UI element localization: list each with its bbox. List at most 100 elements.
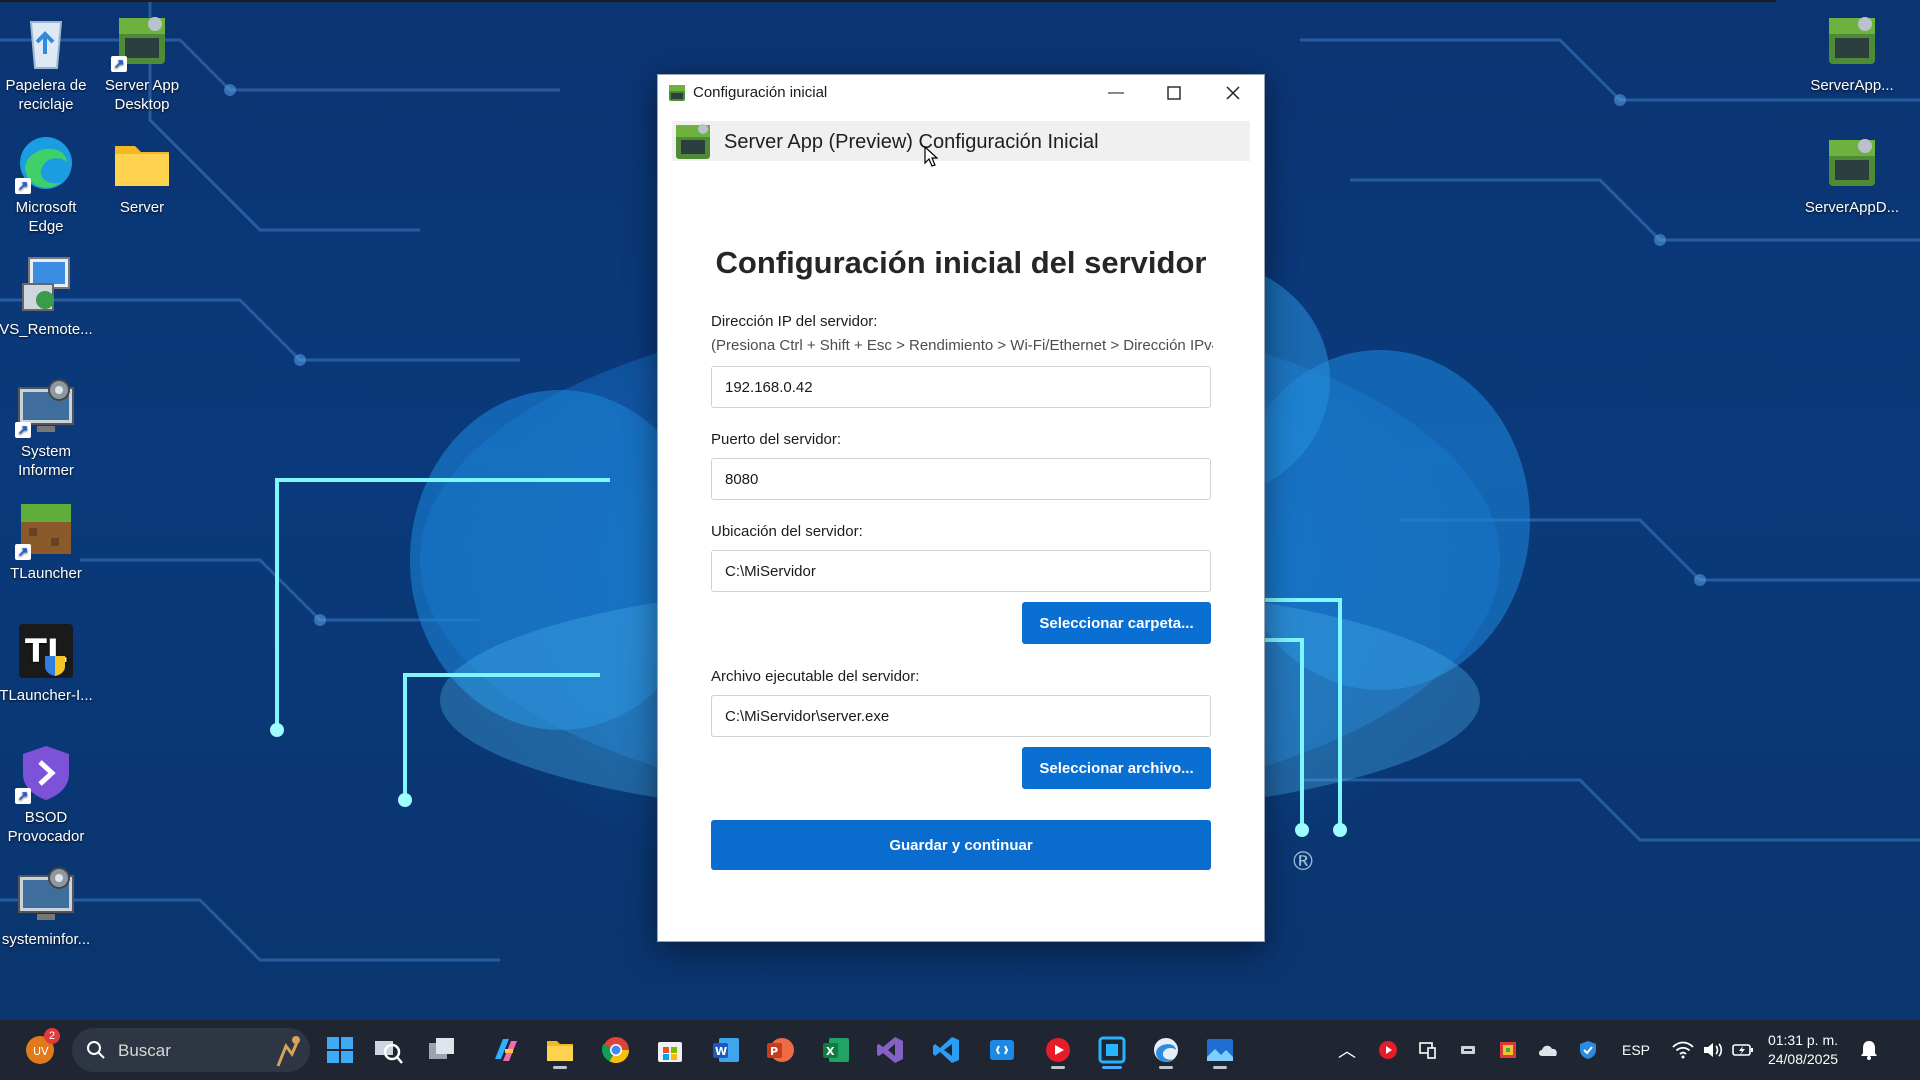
search-icon <box>87 1041 105 1059</box>
system-informer-icon <box>15 864 77 926</box>
tray-phone-link[interactable] <box>1412 1020 1444 1080</box>
app-header: Server App (Preview) Configuración Inici… <box>672 121 1250 161</box>
desktop-icon-label: BSOD Provocador <box>7 809 85 845</box>
tray-app-1[interactable] <box>1452 1020 1484 1080</box>
taskbar-store[interactable] <box>648 1028 692 1072</box>
desktop-icon-serverapp-right-1[interactable]: ServerApp... <box>1804 4 1900 95</box>
tray-overflow-button[interactable]: ︿ <box>1330 1020 1364 1080</box>
window-title: Configuración inicial <box>693 84 828 101</box>
taskbar-edge-dev[interactable] <box>1144 1028 1188 1072</box>
desktop-icon-label: System Informer <box>18 443 74 479</box>
taskbar-search[interactable]: Buscar <box>72 1028 310 1072</box>
taskbar-word[interactable]: W <box>704 1028 748 1072</box>
tray-app-2[interactable] <box>1492 1020 1524 1080</box>
clock-time: 01:31 p. m. <box>1767 1032 1839 1048</box>
file-explorer-icon <box>547 1041 573 1061</box>
phone-link-icon <box>1419 1042 1436 1059</box>
server-app-icon <box>669 85 685 101</box>
taskbar-file-explorer[interactable] <box>538 1028 582 1072</box>
tray-language[interactable]: ESP <box>1614 1020 1658 1080</box>
desktop-icon-server-folder[interactable]: Server <box>94 126 190 217</box>
desktop-icon-tlauncher-installer[interactable]: TL TLauncher-I... <box>0 614 94 705</box>
taskbar-excel[interactable]: X <box>814 1028 858 1072</box>
system-informer-icon: ↗ <box>15 376 77 438</box>
svg-text:®: ® <box>1290 847 1316 877</box>
page-title: Configuración inicial del servidor <box>715 245 1207 280</box>
app-header-title: Server App (Preview) Configuración Inici… <box>724 131 1099 153</box>
desktop-icon-server-app-desktop[interactable]: ↗ Server App Desktop <box>94 4 190 114</box>
window-titlebar[interactable]: Configuración inicial — <box>658 75 1264 111</box>
tray-wifi[interactable] <box>1666 1020 1700 1080</box>
windows-start-icon <box>327 1037 353 1063</box>
tlauncher-icon: ↗ <box>15 498 77 560</box>
taskbar-chrome[interactable] <box>594 1028 638 1072</box>
desktop-icon-label: Server <box>119 199 165 216</box>
server-app-icon <box>1821 132 1883 194</box>
taskbar-visual-studio[interactable] <box>868 1028 912 1072</box>
widgets-button[interactable]: UV 2 <box>18 1028 62 1072</box>
copilot-icon <box>495 1039 517 1061</box>
taskbar-task-view[interactable] <box>420 1028 464 1072</box>
tray-notifications[interactable] <box>1852 1020 1886 1080</box>
save-continue-button[interactable]: Guardar y continuar <box>711 820 1211 870</box>
select-folder-button[interactable]: Seleccionar carpeta... <box>1022 602 1211 644</box>
ip-input[interactable] <box>711 366 1211 408</box>
search-placeholder: Buscar <box>118 1041 171 1060</box>
tray-security[interactable] <box>1572 1020 1604 1080</box>
desktop-icon-bsod[interactable]: ↗ BSOD Provocador <box>0 736 94 846</box>
search-highlight-icon <box>276 1036 300 1067</box>
maximize-icon <box>1167 86 1181 100</box>
vs-remote-icon <box>15 254 77 316</box>
usb-device-icon <box>1461 1046 1475 1054</box>
tray-volume[interactable] <box>1698 1020 1728 1080</box>
select-file-button[interactable]: Seleccionar archivo... <box>1022 747 1211 789</box>
colorful-app-icon <box>1500 1042 1516 1058</box>
shortcut-arrow-icon: ↗ <box>15 544 31 560</box>
desktop-icon-recycle-bin[interactable]: Papelera de reciclaje <box>0 4 94 114</box>
photos-icon <box>1207 1039 1233 1061</box>
close-button[interactable] <box>1204 75 1262 111</box>
excel-icon: X <box>823 1038 849 1062</box>
desktop-icon-label: ServerApp... <box>1810 77 1894 94</box>
desktop-icon-label: Papelera de reciclaje <box>5 77 87 113</box>
ip-label: Dirección IP del servidor: <box>711 313 878 330</box>
wifi-icon <box>1672 1041 1694 1059</box>
taskbar-photos[interactable] <box>1198 1028 1242 1072</box>
top-border <box>0 0 1776 2</box>
svg-text:P: P <box>770 1045 778 1058</box>
exe-input[interactable] <box>711 695 1211 737</box>
tray-battery[interactable] <box>1728 1020 1758 1080</box>
taskbar-start[interactable] <box>318 1028 362 1072</box>
taskbar-powerpoint[interactable]: P <box>758 1028 802 1072</box>
taskbar-copilot[interactable] <box>484 1028 528 1072</box>
taskbar-media-player[interactable] <box>1036 1028 1080 1072</box>
taskbar-vscode[interactable] <box>924 1028 968 1072</box>
media-player-icon <box>1379 1041 1397 1059</box>
desktop-icon-serverapp-right-2[interactable]: ServerAppD... <box>1804 126 1900 217</box>
tray-onedrive[interactable] <box>1532 1020 1564 1080</box>
remote-desktop-icon <box>1098 1036 1126 1064</box>
tray-clock[interactable]: 01:31 p. m. 24/08/2025 <box>1758 1031 1848 1069</box>
desktop-icon-label: TLauncher <box>10 565 82 582</box>
battery-charging-icon <box>1732 1044 1753 1056</box>
desktop-icon-edge[interactable]: ↗ Microsoft Edge <box>0 126 94 236</box>
taskbar-snipping-tool[interactable] <box>366 1028 410 1072</box>
port-input[interactable] <box>711 458 1211 500</box>
tray-media-player[interactable] <box>1372 1020 1404 1080</box>
desktop-icon-system-informer[interactable]: ↗ System Informer <box>0 370 94 480</box>
close-icon <box>1226 86 1240 100</box>
svg-text:W: W <box>715 1045 727 1058</box>
tlauncher-installer-icon: TL <box>15 620 77 682</box>
desktop-icon-tlauncher[interactable]: ↗ TLauncher <box>0 492 94 583</box>
taskbar-remote-desktop[interactable] <box>1090 1028 1134 1072</box>
desktop-icon-vs-remote[interactable]: VS_Remote... <box>0 248 94 339</box>
desktop-icon-systeminformer[interactable]: systeminfor... <box>0 858 94 949</box>
taskbar-azure-data-studio[interactable] <box>980 1028 1024 1072</box>
shortcut-arrow-icon: ↗ <box>15 178 31 194</box>
location-input[interactable] <box>711 550 1211 592</box>
minimize-button[interactable]: — <box>1087 75 1145 111</box>
chevron-up-icon: ︿ <box>1338 1041 1356 1061</box>
port-label: Puerto del servidor: <box>711 431 842 448</box>
notification-badge: 2 <box>44 1028 60 1044</box>
maximize-button[interactable] <box>1145 75 1203 111</box>
